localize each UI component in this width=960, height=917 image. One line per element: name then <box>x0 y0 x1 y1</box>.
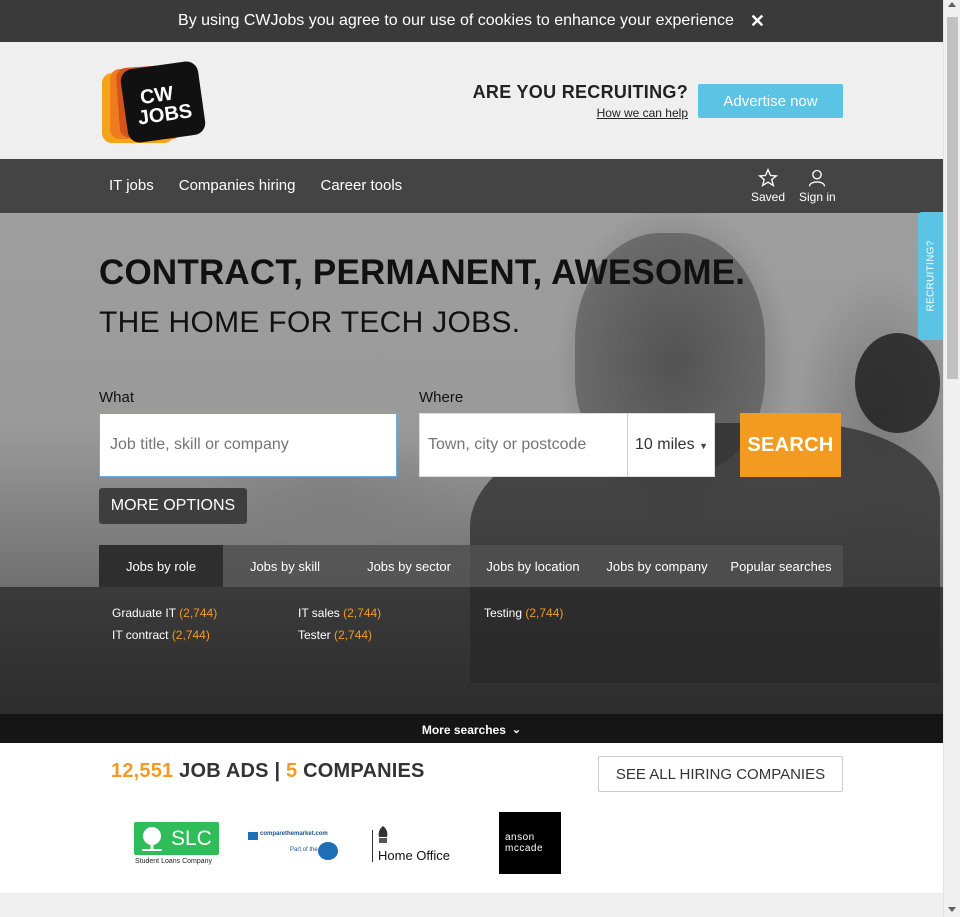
close-icon[interactable]: ✕ <box>750 11 765 32</box>
hero-subheadline: THE HOME FOR TECH JOBS. <box>99 306 521 339</box>
more-searches-toggle[interactable]: More searches ⌄︎ <box>0 714 943 743</box>
recruiting-side-tab-label: RECRUITING? <box>925 240 936 312</box>
see-all-hiring-companies-button[interactable]: SEE ALL HIRING COMPANIES <box>598 756 843 792</box>
role-link-it-sales[interactable]: IT sales (2,744) <box>298 606 381 620</box>
company-logo-anson-mccade[interactable]: anson mccade <box>499 812 561 874</box>
scrollbar-thumb[interactable] <box>947 17 958 379</box>
sign-in-button[interactable]: Sign in <box>799 168 836 204</box>
role-link-count: (2,744) <box>343 606 382 620</box>
ctm-logo-subtext: Part of the <box>290 847 318 853</box>
recruiting-promo: ARE YOU RECRUITING? How we can help <box>473 82 688 122</box>
companies-label: COMPANIES <box>303 760 425 782</box>
double-chevron-down-icon: ⌄︎ <box>511 724 522 736</box>
job-stats: 12,551 JOB ADS | 5 COMPANIES <box>111 760 425 783</box>
stats-separator: | <box>274 760 281 782</box>
role-link-it-contract[interactable]: IT contract (2,744) <box>112 628 210 642</box>
crest-icon <box>378 826 388 843</box>
hero-headline: CONTRACT, PERMANENT, AWESOME. <box>99 253 746 292</box>
search-button[interactable]: SEARCH <box>740 413 841 477</box>
tab-popular-searches[interactable]: Popular searches <box>719 545 843 587</box>
where-label: Where <box>419 389 464 406</box>
company-logo-home-office[interactable]: Home Office <box>372 825 457 865</box>
scroll-down-icon[interactable] <box>948 907 956 912</box>
sign-in-label: Sign in <box>799 190 836 204</box>
tab-jobs-by-role[interactable]: Jobs by role <box>99 545 223 587</box>
role-link-label: IT contract <box>112 628 169 642</box>
role-link-testing[interactable]: Testing (2,744) <box>484 606 563 620</box>
star-icon <box>758 168 779 187</box>
caret-down-icon: ▼ <box>699 441 708 451</box>
bgl-badge-icon <box>318 842 338 860</box>
tab-jobs-by-sector[interactable]: Jobs by sector <box>347 545 471 587</box>
more-searches-label: More searches <box>421 722 506 737</box>
footer-strip <box>0 893 943 917</box>
hero-background-headphones <box>855 333 940 433</box>
companies-count: 5 <box>286 760 298 782</box>
role-link-count: (2,744) <box>334 628 373 642</box>
job-ads-count: 12,551 <box>111 760 174 782</box>
slc-logo-text: SLC <box>171 827 212 850</box>
radius-value: 10 miles <box>635 436 695 453</box>
advertise-now-button[interactable]: Advertise now <box>698 84 843 118</box>
cwjobs-logo[interactable]: CW JOBS <box>100 61 206 145</box>
company-logo-slc[interactable]: SLC Student Loans Company <box>133 821 221 869</box>
role-link-count: (2,744) <box>171 628 210 642</box>
cookie-message: By using CWJobs you agree to our use of … <box>178 12 734 29</box>
company-logo-comparethemarket[interactable]: comparethemarket.com Part of the <box>248 830 340 866</box>
nav-item-companies-hiring[interactable]: Companies hiring <box>179 177 296 194</box>
user-icon <box>809 169 826 187</box>
main-nav: IT jobs Companies hiring Career tools Sa… <box>0 159 943 213</box>
recruiting-title: ARE YOU RECRUITING? <box>472 82 688 102</box>
site-header: CW JOBS ARE YOU RECRUITING? How we can h… <box>0 42 943 159</box>
tab-jobs-by-skill[interactable]: Jobs by skill <box>223 545 347 587</box>
nav-item-it-jobs[interactable]: IT jobs <box>109 177 154 194</box>
anson-logo-line2: mccade <box>505 843 544 854</box>
nav-item-career-tools[interactable]: Career tools <box>320 177 402 194</box>
hiring-companies-section: 12,551 JOB ADS | 5 COMPANIES SEE ALL HIR… <box>0 743 943 893</box>
role-link-count: (2,744) <box>525 606 564 620</box>
more-options-button[interactable]: MORE OPTIONS <box>99 488 247 524</box>
nav-links: IT jobs Companies hiring Career tools <box>109 177 402 194</box>
how-we-can-help-link[interactable]: How we can help <box>597 106 688 120</box>
job-ads-label: JOB ADS <box>179 760 269 782</box>
role-link-tester[interactable]: Tester (2,744) <box>298 628 372 642</box>
what-search-input[interactable] <box>99 413 397 477</box>
role-link-label: Graduate IT <box>112 606 176 620</box>
radius-select[interactable]: 10 miles ▼ <box>627 413 715 477</box>
job-category-tabs: Jobs by role Jobs by skill Jobs by secto… <box>99 545 843 587</box>
hero-search: CONTRACT, PERMANENT, AWESOME. THE HOME F… <box>0 213 943 743</box>
anson-logo-line1: anson <box>505 832 535 843</box>
vertical-scrollbar[interactable] <box>943 0 960 917</box>
saved-button[interactable]: Saved <box>751 168 785 204</box>
role-link-label: Tester <box>298 628 331 642</box>
cookie-banner: By using CWJobs you agree to our use of … <box>0 0 943 42</box>
role-link-label: Testing <box>484 606 523 620</box>
role-link-graduate-it[interactable]: Graduate IT (2,744) <box>112 606 217 620</box>
tab-panel-jobs-by-role: Graduate IT (2,744) IT sales (2,744) Tes… <box>0 587 943 714</box>
slc-logo-subtext: Student Loans Company <box>135 858 213 865</box>
what-label: What <box>99 389 135 406</box>
saved-label: Saved <box>751 190 786 204</box>
role-link-label: IT sales <box>298 606 340 620</box>
role-link-count: (2,744) <box>179 606 218 620</box>
scroll-up-icon[interactable] <box>948 2 956 7</box>
tab-jobs-by-company[interactable]: Jobs by company <box>595 545 719 587</box>
tree-icon <box>142 827 162 851</box>
recruiting-side-tab[interactable]: RECRUITING? <box>918 212 943 340</box>
where-search-input[interactable] <box>419 413 628 477</box>
page: By using CWJobs you agree to our use of … <box>0 0 943 917</box>
home-office-logo-text: Home Office <box>378 848 451 863</box>
home-office-divider <box>372 830 373 862</box>
ctm-logo-text: comparethemarket.com <box>260 831 328 837</box>
tab-jobs-by-location[interactable]: Jobs by location <box>471 545 595 587</box>
